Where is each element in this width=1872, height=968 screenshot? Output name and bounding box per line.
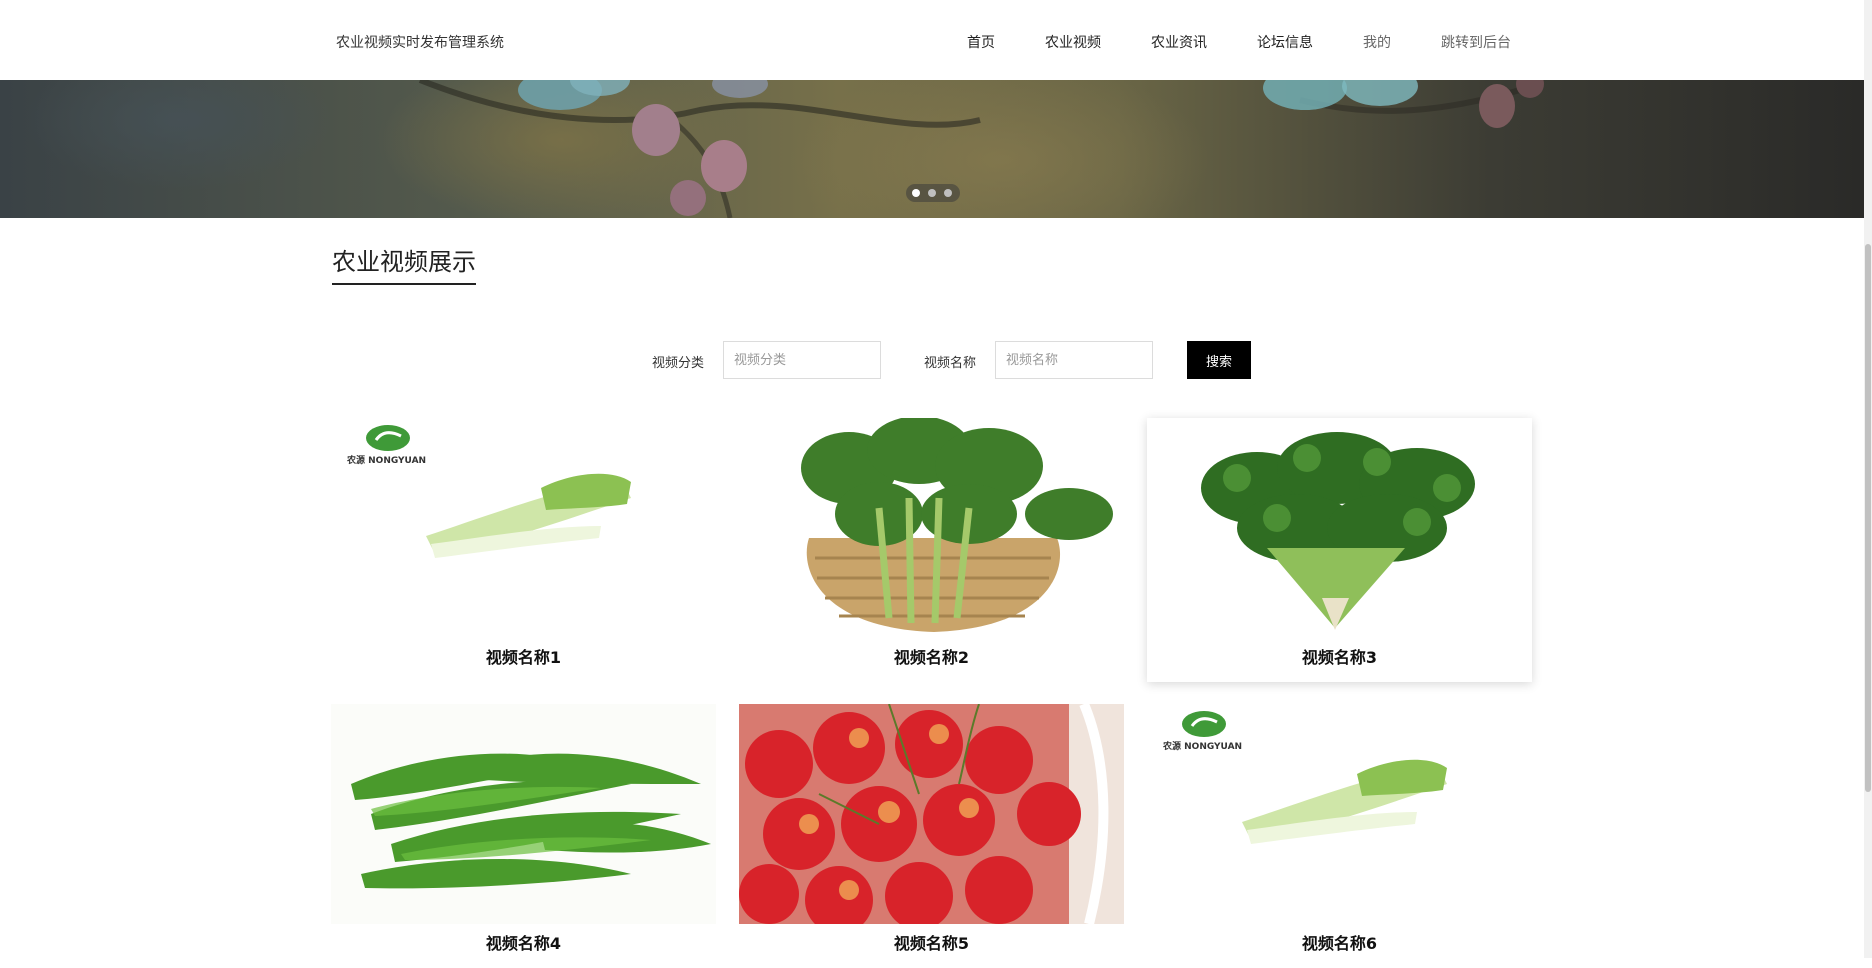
hero-carousel[interactable]: [0, 80, 1864, 218]
nav-agri-news[interactable]: 农业资讯: [1151, 32, 1207, 52]
page-scrollbar[interactable]: [1864, 0, 1872, 958]
carousel-dot-1[interactable]: [912, 189, 920, 197]
video-card-4[interactable]: 视频名称4: [331, 704, 716, 968]
video-name-label: 视频名称: [924, 356, 977, 371]
nav-agri-videos[interactable]: 农业视频: [1045, 32, 1101, 52]
video-title[interactable]: 视频名称5: [739, 930, 1124, 954]
video-card-3[interactable]: 视频名称3: [1147, 418, 1532, 682]
category-input[interactable]: [723, 341, 881, 379]
svg-text:农源 NONGYUAN: 农源 NONGYUAN: [1162, 740, 1242, 752]
carousel-dot-2[interactable]: [928, 189, 936, 197]
video-title[interactable]: 视频名称4: [331, 930, 716, 954]
carousel-indicators: [906, 184, 960, 202]
search-button[interactable]: 搜索: [1187, 341, 1251, 379]
nav-home[interactable]: 首页: [967, 32, 995, 52]
video-name-input[interactable]: [995, 341, 1153, 379]
video-thumbnail[interactable]: [739, 418, 1124, 638]
video-title[interactable]: 视频名称3: [1147, 644, 1532, 668]
video-thumbnail[interactable]: [739, 704, 1124, 924]
video-card-6[interactable]: 农源 NONGYUAN 视频名称6: [1147, 704, 1532, 968]
video-thumbnail[interactable]: [1147, 418, 1532, 638]
video-card-5[interactable]: 视频名称5: [739, 704, 1124, 968]
video-thumbnail[interactable]: 农源 NONGYUAN: [331, 418, 716, 638]
scrollbar-thumb[interactable]: [1865, 244, 1871, 792]
video-title[interactable]: 视频名称1: [331, 644, 716, 668]
nav-my-account[interactable]: 我的: [1363, 32, 1391, 52]
video-thumbnail[interactable]: [331, 704, 716, 924]
section-title-underline: [332, 283, 476, 285]
video-title[interactable]: 视频名称2: [739, 644, 1124, 668]
section-title: 农业视频展示: [332, 248, 476, 276]
video-card-2[interactable]: 视频名称2: [739, 418, 1124, 682]
video-card-1[interactable]: 农源 NONGYUAN 视频名称1: [331, 418, 716, 682]
site-title[interactable]: 农业视频实时发布管理系统: [336, 32, 504, 52]
carousel-dot-3[interactable]: [944, 189, 952, 197]
nav-admin-backend[interactable]: 跳转到后台: [1441, 32, 1511, 52]
svg-text:农源 NONGYUAN: 农源 NONGYUAN: [346, 454, 426, 466]
category-label: 视频分类: [652, 356, 705, 371]
video-title[interactable]: 视频名称6: [1147, 930, 1532, 954]
nav-forum[interactable]: 论坛信息: [1257, 32, 1313, 52]
top-navbar: 农业视频实时发布管理系统 首页 农业视频 农业资讯 论坛信息 我的 跳转到后台: [0, 0, 1864, 80]
video-thumbnail[interactable]: 农源 NONGYUAN: [1147, 704, 1532, 924]
